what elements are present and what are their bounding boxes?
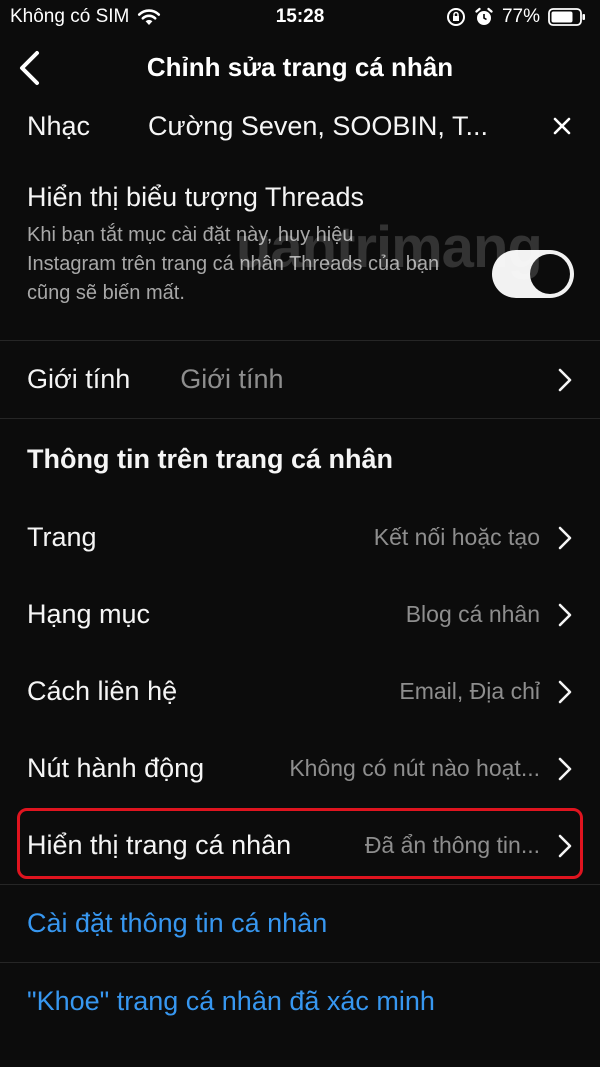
row-label: Hạng mục: [27, 599, 151, 629]
chevron-right-icon: [558, 757, 572, 780]
contact-row[interactable]: Cách liên hệ Email, Địa chỉ: [0, 653, 600, 730]
page-row[interactable]: Trang Kết nối hoặc tạo: [0, 499, 600, 576]
status-time: 15:28: [275, 6, 325, 27]
status-right: 77%: [446, 6, 586, 28]
profile-display-row[interactable]: Hiển thị trang cá nhân Đã ẩn thông tin..…: [0, 807, 600, 884]
alarm-icon: [475, 7, 493, 25]
battery-percent: 77%: [501, 6, 540, 27]
edit-profile-list: Nhạc Cường Seven, SOOBIN, T... Hiển thị …: [0, 100, 600, 1040]
gender-label: Giới tính: [27, 364, 131, 394]
music-label: Nhạc: [27, 110, 91, 141]
music-row[interactable]: Nhạc Cường Seven, SOOBIN, T...: [0, 100, 600, 152]
row-label: Trang: [27, 522, 97, 552]
threads-title: Hiển thị biểu tượng Threads: [27, 182, 364, 212]
row-label: Cách liên hệ: [27, 676, 178, 706]
row-value: Email, Địa chỉ: [399, 678, 540, 704]
threads-toggle[interactable]: [492, 250, 574, 298]
page-title: Chỉnh sửa trang cá nhân: [146, 51, 454, 82]
chevron-right-icon: [558, 603, 572, 626]
row-value: Không có nút nào hoạt...: [289, 755, 540, 781]
nav-bar: Chỉnh sửa trang cá nhân: [0, 34, 600, 100]
row-value: Blog cá nhân: [405, 601, 540, 627]
action-button-row[interactable]: Nút hành động Không có nút nào hoạt...: [0, 730, 600, 807]
row-value: Kết nối hoặc tạo: [373, 524, 540, 550]
section-header: Thông tin trên trang cá nhân: [27, 443, 393, 474]
category-row[interactable]: Hạng mục Blog cá nhân: [0, 576, 600, 653]
chevron-left-icon: [20, 51, 39, 85]
row-label: Nút hành động: [27, 753, 205, 783]
row-value: Đã ẩn thông tin...: [364, 832, 540, 858]
music-value: Cường Seven, SOOBIN, T...: [148, 110, 488, 141]
close-icon[interactable]: [552, 116, 572, 136]
row-label: Hiển thị trang cá nhân: [27, 830, 292, 860]
chevron-right-icon: [558, 368, 572, 391]
chevron-right-icon: [558, 834, 572, 857]
chevron-right-icon: [558, 680, 572, 703]
gender-row[interactable]: Giới tính Giới tính: [0, 341, 600, 418]
gender-value: Giới tính: [180, 364, 284, 394]
threads-description: Khi bạn tắt mục cài đặt này, huy hiệu In…: [27, 224, 440, 304]
verified-profile-link[interactable]: "Khoe" trang cá nhân đã xác minh: [0, 963, 600, 1040]
status-bar: Không có SIM 15:28 77%: [0, 0, 600, 34]
orientation-lock-icon: [446, 8, 465, 26]
battery-icon: [548, 8, 585, 26]
wifi-icon: [138, 9, 161, 25]
back-button[interactable]: [12, 48, 46, 88]
toggle-knob: [530, 254, 570, 294]
personal-info-settings-link[interactable]: Cài đặt thông tin cá nhân: [0, 885, 600, 962]
carrier-text: Không có SIM: [10, 6, 130, 27]
status-left: Không có SIM: [10, 6, 161, 28]
threads-badge-setting: Hiển thị biểu tượng Threads Khi bạn tắt …: [0, 152, 600, 340]
chevron-right-icon: [558, 526, 572, 549]
